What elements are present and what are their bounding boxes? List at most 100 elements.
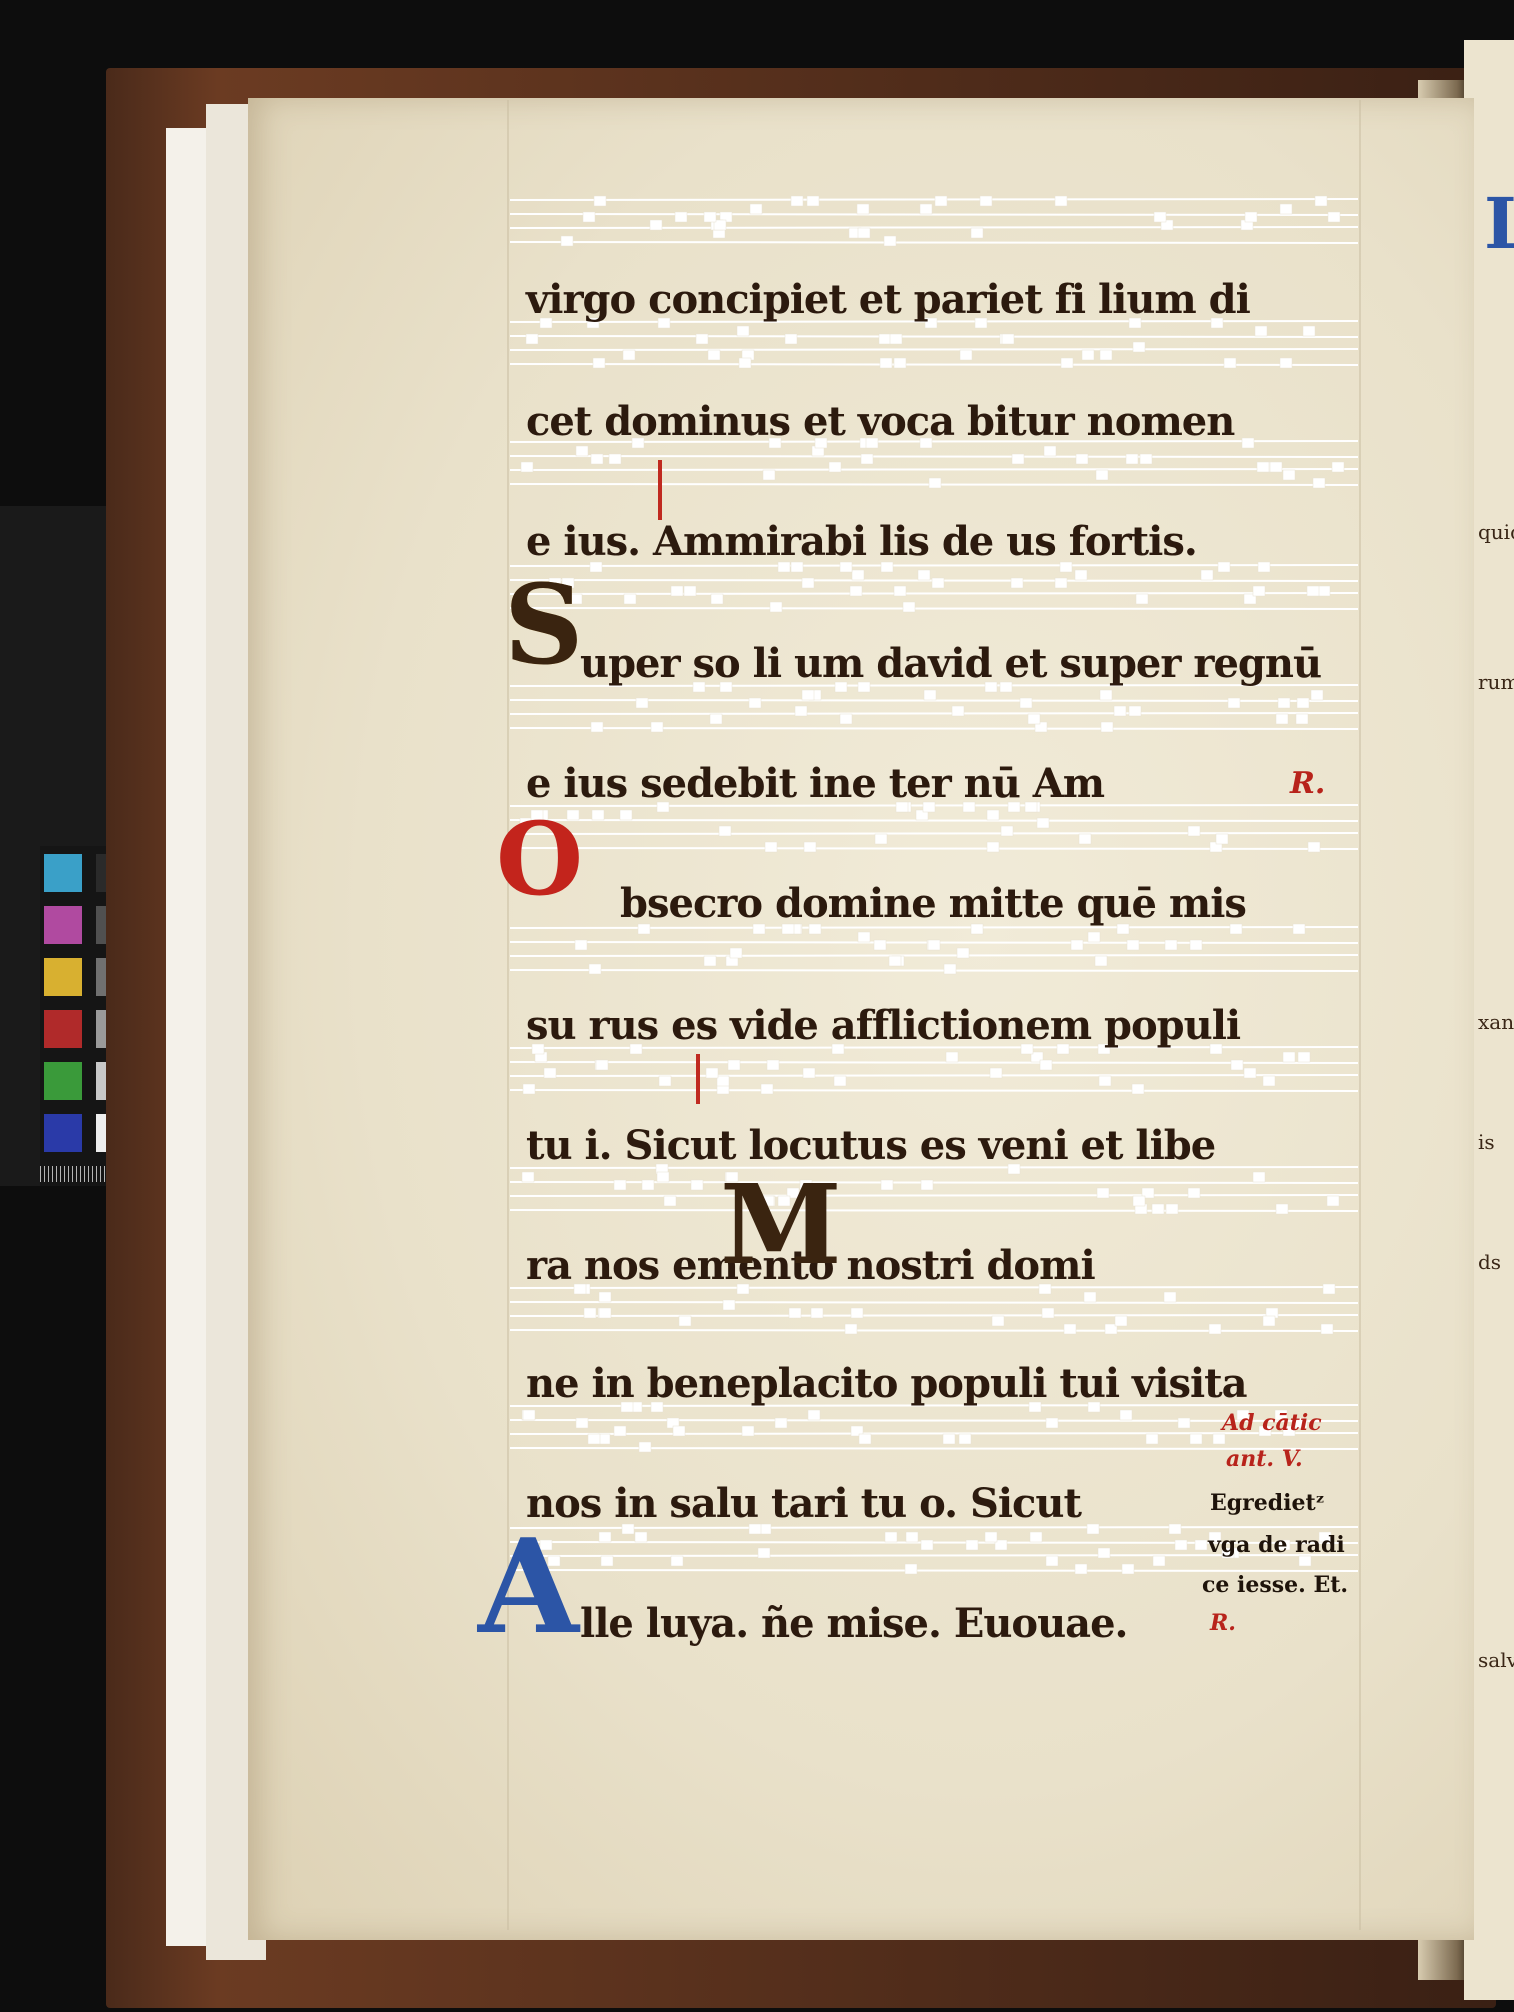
neume (1297, 1051, 1311, 1063)
neume (833, 1075, 847, 1087)
neume (857, 931, 871, 943)
neume (1131, 1083, 1145, 1095)
neume (873, 939, 887, 951)
neume (984, 1531, 998, 1543)
neume (1078, 833, 1092, 845)
neume (670, 585, 684, 597)
neume (1243, 1067, 1257, 1079)
neume (582, 211, 596, 223)
neume (762, 469, 776, 481)
neume (888, 955, 902, 967)
neume (1282, 469, 1296, 481)
neume (991, 1315, 1005, 1327)
neume (1262, 1315, 1276, 1327)
neume (874, 833, 888, 845)
neume (801, 577, 815, 589)
neume (856, 203, 870, 215)
neume (764, 841, 778, 853)
neume (649, 219, 663, 231)
neume (672, 1425, 686, 1437)
neume (1257, 561, 1271, 573)
neume (658, 1075, 672, 1087)
neume (575, 1417, 589, 1429)
neume (1096, 1187, 1110, 1199)
neume (1327, 211, 1341, 223)
neume (1011, 453, 1025, 465)
neume (634, 1531, 648, 1543)
neume (1083, 1291, 1097, 1303)
neume (958, 1433, 972, 1445)
neume (560, 235, 574, 247)
cue-text-line: ce iesse. Et. (1202, 1572, 1349, 1598)
neume (1074, 1563, 1088, 1575)
neume (1060, 357, 1074, 369)
staff (509, 195, 1359, 247)
neume (574, 939, 588, 951)
neume (587, 1433, 601, 1445)
staff (509, 801, 1359, 853)
neume (1126, 939, 1140, 951)
neume (774, 1417, 788, 1429)
neume (1262, 1075, 1276, 1087)
neume (1312, 477, 1326, 489)
neume (709, 713, 723, 725)
neume (1275, 1203, 1289, 1215)
rubric-response: R. (1290, 766, 1326, 801)
neume (1045, 1555, 1059, 1567)
neume (884, 1531, 898, 1543)
neume (1189, 939, 1203, 951)
neume (905, 1531, 919, 1543)
neume (1320, 1323, 1334, 1335)
neume (1310, 689, 1324, 701)
neume (1087, 931, 1101, 943)
neume (904, 1563, 918, 1575)
neume (1275, 713, 1289, 725)
neume (880, 1179, 894, 1191)
neume (1314, 195, 1328, 207)
neume (613, 1179, 627, 1191)
cue-text-line: Egredietᶻ (1210, 1490, 1325, 1516)
neume (902, 601, 916, 613)
neume (1152, 1555, 1166, 1567)
neume (810, 1307, 824, 1319)
neume (707, 349, 721, 361)
neume (784, 333, 798, 345)
neume (931, 577, 945, 589)
neume (1094, 955, 1108, 967)
neume (1177, 1417, 1191, 1429)
neume (942, 1433, 956, 1445)
neume (1279, 203, 1293, 215)
neume (690, 1179, 704, 1191)
neume (879, 357, 893, 369)
neume (1070, 939, 1084, 951)
neume (1164, 939, 1178, 951)
neume (1132, 1195, 1146, 1207)
neume (1295, 713, 1309, 725)
neume (1045, 1417, 1059, 1429)
neume (522, 1083, 536, 1095)
neume (1277, 697, 1291, 709)
neume (889, 333, 903, 345)
neume (920, 1539, 934, 1551)
neume (595, 1059, 609, 1071)
neume (951, 705, 965, 717)
staff (509, 561, 1359, 613)
neume (965, 1539, 979, 1551)
neume (729, 947, 743, 959)
neume (598, 1307, 612, 1319)
neume (806, 195, 820, 207)
neume (622, 349, 636, 361)
neume (878, 333, 892, 345)
neume (1074, 569, 1088, 581)
neume (608, 453, 622, 465)
neume (716, 1075, 730, 1087)
neume (521, 1171, 535, 1183)
neume (1165, 1203, 1179, 1215)
chant-text-line: cet dominus et voca bitur nomen (526, 398, 1235, 445)
neume (1063, 1323, 1077, 1335)
neume (718, 825, 732, 837)
neume (591, 809, 605, 821)
neume (592, 357, 606, 369)
neume (663, 1195, 677, 1207)
neume (893, 357, 907, 369)
